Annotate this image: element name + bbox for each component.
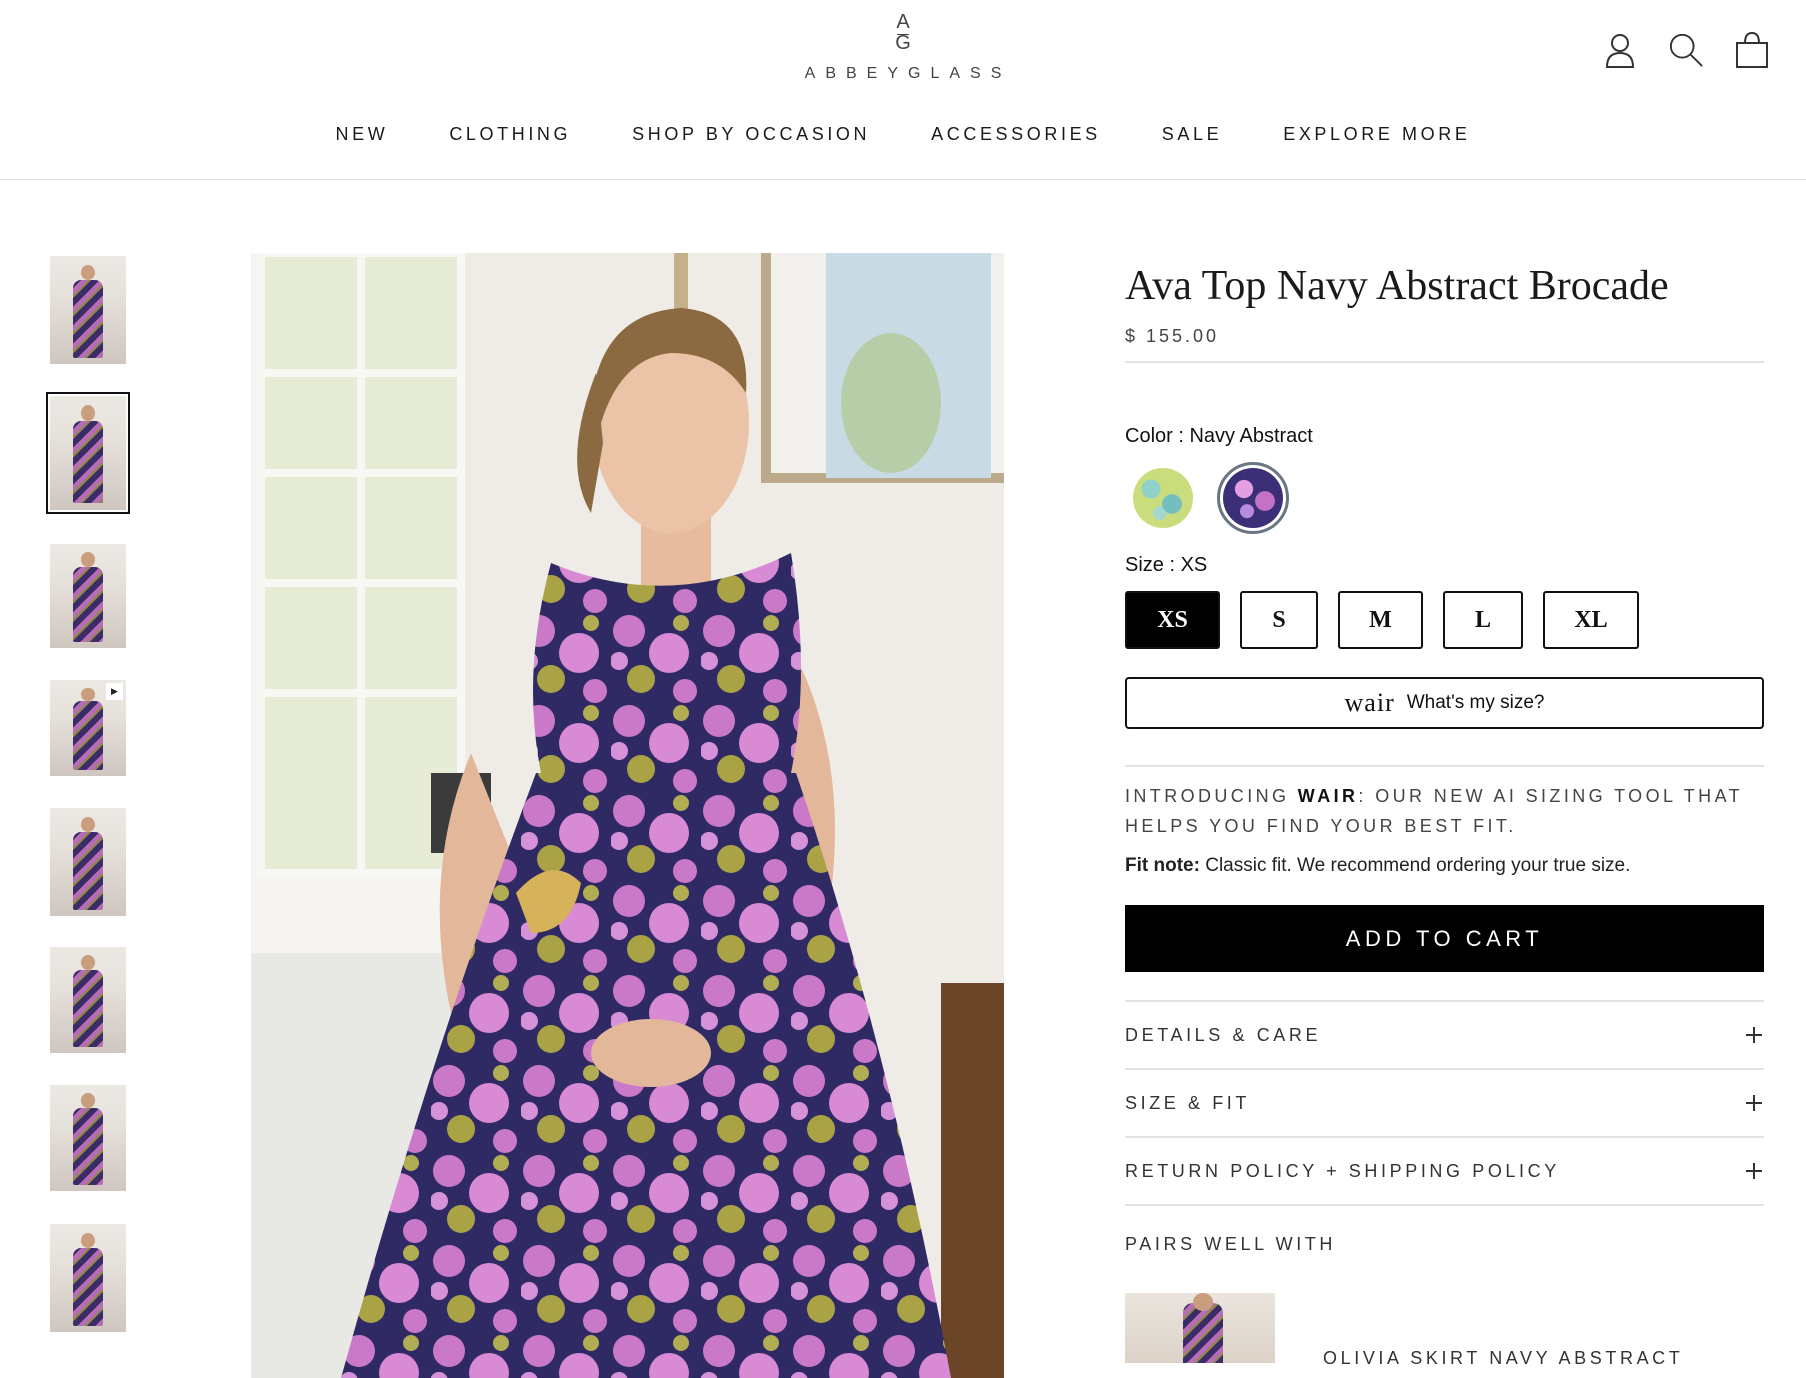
size-button-l[interactable]: L (1443, 591, 1523, 649)
site-header: A G ABBEYGLASS NEW CLOTHING SHOP BY OCCA… (0, 0, 1806, 180)
divider (1125, 765, 1764, 767)
accordion-return-shipping[interactable]: RETURN POLICY + SHIPPING POLICY (1125, 1136, 1764, 1204)
size-options: XS S M L XL (1125, 591, 1764, 649)
product-thumbnail[interactable] (50, 544, 126, 648)
video-thumbnail[interactable]: ▶ (50, 680, 126, 776)
plus-icon (1746, 1095, 1762, 1111)
nav-item-sale[interactable]: SALE (1162, 124, 1222, 145)
nav-item-clothing[interactable]: CLOTHING (449, 124, 571, 145)
bag-icon[interactable] (1734, 30, 1770, 70)
brand-logo[interactable]: A G ABBEYGLASS (790, 12, 1016, 83)
nav-item-shop-by-occasion[interactable]: SHOP BY OCCASION (632, 124, 870, 145)
pair-item: OLIVIA SKIRT NAVY ABSTRACT (1125, 1293, 1764, 1368)
search-icon[interactable] (1668, 30, 1704, 70)
color-swatch-navy-abstract[interactable] (1217, 462, 1289, 534)
size-label: Size : XS (1125, 554, 1208, 576)
product-thumbnail[interactable] (50, 947, 126, 1053)
product-thumbnail[interactable] (50, 256, 126, 364)
product-title: Ava Top Navy Abstract Brocade (1125, 263, 1669, 309)
color-swatch-green-abstract[interactable] (1133, 468, 1193, 528)
product-thumbnail[interactable] (50, 1085, 126, 1191)
plus-icon (1746, 1163, 1762, 1179)
accordion-label: RETURN POLICY + SHIPPING POLICY (1125, 1160, 1560, 1181)
wair-size-button[interactable]: wair What's my size? (1125, 677, 1764, 729)
wair-button-label: What's my size? (1406, 692, 1545, 713)
fit-note: Fit note: Classic fit. We recommend orde… (1125, 855, 1631, 876)
play-icon: ▶ (106, 683, 123, 700)
size-button-m[interactable]: M (1338, 591, 1423, 649)
product-thumbnail-active[interactable] (46, 392, 130, 514)
nav-item-new[interactable]: NEW (336, 124, 389, 145)
logo-monogram: A G (895, 11, 911, 54)
model-photo (251, 253, 1004, 1378)
logo-wordmark: ABBEYGLASS (804, 65, 1012, 82)
divider (1125, 361, 1764, 363)
size-button-xl[interactable]: XL (1543, 591, 1639, 649)
nav-item-explore-more[interactable]: EXPLORE MORE (1283, 124, 1470, 145)
plus-icon (1746, 1027, 1762, 1043)
accordion-label: SIZE & FIT (1125, 1092, 1251, 1113)
wair-logo: wair (1344, 688, 1395, 717)
size-button-xs[interactable]: XS (1125, 591, 1220, 649)
nav-item-accessories[interactable]: ACCESSORIES (931, 124, 1101, 145)
pairs-well-with-heading: PAIRS WELL WITH (1125, 1234, 1337, 1254)
pair-item-image[interactable] (1125, 1293, 1275, 1363)
product-info: Ava Top Navy Abstract Brocade $ 155.00 C… (1125, 260, 1764, 1368)
header-icons (1602, 30, 1770, 70)
size-button-s[interactable]: S (1240, 591, 1318, 649)
accordion-size-fit[interactable]: SIZE & FIT (1125, 1068, 1764, 1136)
color-label: Color : Navy Abstract (1125, 425, 1313, 447)
product-thumbnail[interactable] (50, 1224, 126, 1332)
wair-intro-text: INTRODUCING WAIR: OUR NEW AI SIZING TOOL… (1125, 786, 1743, 836)
product-thumbnail[interactable] (50, 808, 126, 916)
main-nav: NEW CLOTHING SHOP BY OCCASION ACCESSORIE… (0, 124, 1806, 145)
product-price: $ 155.00 (1125, 326, 1220, 346)
account-icon[interactable] (1602, 30, 1638, 70)
color-swatches (1125, 462, 1764, 534)
divider (1125, 1204, 1764, 1206)
accordion-details-care[interactable]: DETAILS & CARE (1125, 1000, 1764, 1068)
main-product-image[interactable] (251, 253, 1004, 1378)
add-to-cart-button[interactable]: ADD TO CART (1125, 905, 1764, 972)
pair-item-name[interactable]: OLIVIA SKIRT NAVY ABSTRACT (1323, 1348, 1683, 1369)
accordion-label: DETAILS & CARE (1125, 1024, 1322, 1045)
